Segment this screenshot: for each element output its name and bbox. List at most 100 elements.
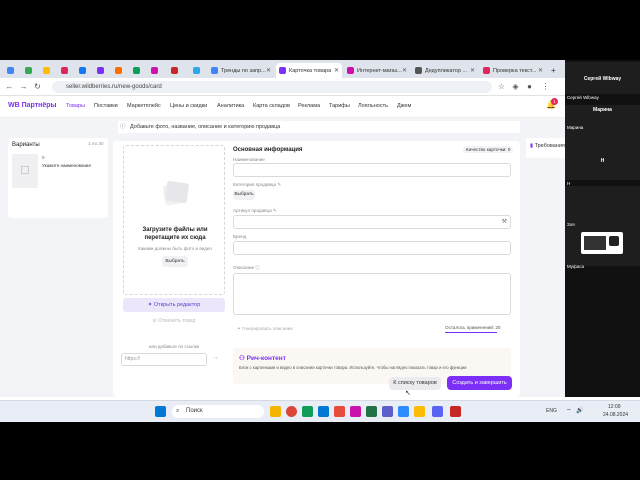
upload-title: Загрузите файлы или перетащите их сюда xyxy=(142,227,208,241)
tab-shop[interactable]: Интернет-магаз... ✕ xyxy=(344,63,410,78)
bookmark-star-icon[interactable]: ☆ xyxy=(496,81,507,93)
wb-logo[interactable]: WB Партнёры xyxy=(8,102,57,109)
excel-icon[interactable] xyxy=(366,406,377,417)
remove-product-button[interactable]: ⊘ Отменить товар xyxy=(123,315,225,327)
tab-pinned-8[interactable] xyxy=(130,63,142,78)
brand-label: Бренд xyxy=(233,234,247,239)
mail-icon[interactable] xyxy=(318,406,329,417)
yandex-icon[interactable] xyxy=(414,406,425,417)
profile-icon[interactable]: ● xyxy=(524,81,535,93)
network-icon[interactable]: ⌔ xyxy=(566,407,572,415)
menu-supplies[interactable]: Поставки xyxy=(94,103,118,109)
variant-thumbnail[interactable] xyxy=(12,154,38,188)
extension-icon[interactable]: ◈ xyxy=(510,81,521,93)
info-icon: ⓘ xyxy=(120,124,126,130)
tab-text-check[interactable]: Проверка текст... ✕ xyxy=(480,63,546,78)
menu-warehouse-map[interactable]: Карта складов xyxy=(253,103,290,109)
chrome-icon[interactable] xyxy=(286,406,297,417)
forward-arrow-icon[interactable]: → xyxy=(18,81,29,93)
language-indicator[interactable]: ENG xyxy=(546,408,557,414)
tab-close-icon[interactable]: ✕ xyxy=(266,67,271,74)
zoom-icon[interactable] xyxy=(398,406,409,417)
back-to-list-button[interactable]: К списку товаров xyxy=(389,377,441,390)
info-notice: ⓘ Добавьте фото, название, описание и ка… xyxy=(118,121,520,133)
browser-menu-icon[interactable]: ⋮ xyxy=(540,81,551,93)
video-call-sidebar: Сергей Wibway Сергей Wibway Марина Марин… xyxy=(565,60,640,397)
new-tab-button[interactable]: + xyxy=(548,63,560,78)
tab-pinned-3[interactable] xyxy=(40,63,52,78)
discord-icon[interactable] xyxy=(432,406,443,417)
tab-close-icon[interactable]: ✕ xyxy=(402,67,407,74)
remaining-progress xyxy=(445,332,497,333)
menu-analytics[interactable]: Аналитика xyxy=(217,103,244,109)
tab-pinned-5[interactable] xyxy=(76,63,88,78)
tab-pinned-9[interactable] xyxy=(148,63,160,78)
menu-jam[interactable]: Джем xyxy=(397,103,411,109)
upload-dropzone[interactable]: Загрузите файлы или перетащите их сюда К… xyxy=(123,145,225,295)
back-arrow-icon[interactable]: ← xyxy=(4,81,15,93)
name-input[interactable] xyxy=(233,163,511,177)
article-input[interactable]: ⚒ xyxy=(233,215,511,229)
edge-icon[interactable] xyxy=(302,406,313,417)
tab-close-icon[interactable]: ✕ xyxy=(470,67,475,74)
wb-header: WB Партнёры Товары Поставки Маркетплейс … xyxy=(0,96,565,118)
windows-start-icon[interactable] xyxy=(155,406,166,417)
reload-icon[interactable]: ↻ xyxy=(32,81,43,93)
taskbar-search[interactable]: ⌕ Поиск xyxy=(172,405,264,418)
tab-close-icon[interactable]: ✕ xyxy=(334,67,339,74)
generate-description-button[interactable]: ✦ Генерировать описание xyxy=(237,326,293,332)
create-and-finish-button[interactable]: Создать и завершить xyxy=(447,376,512,390)
clock-date[interactable]: 24.08.2024 xyxy=(603,412,628,418)
tab-close-icon[interactable]: ✕ xyxy=(538,67,543,74)
brand-input[interactable] xyxy=(233,241,511,255)
app-icon-wb[interactable] xyxy=(450,406,461,417)
wildberries-icon[interactable] xyxy=(350,406,361,417)
magic-wand-icon[interactable]: ⚒ xyxy=(502,218,507,225)
tab-pinned-1[interactable] xyxy=(4,63,16,78)
image-placeholder-icon xyxy=(21,166,29,174)
tab-pinned-7[interactable] xyxy=(112,63,124,78)
menu-loyalty[interactable]: Лояльность xyxy=(358,103,388,109)
teams-icon[interactable] xyxy=(382,406,393,417)
url-field[interactable]: seller.wildberries.ru/new-goods/card xyxy=(52,81,492,93)
requirements-panel[interactable]: ▮ Требования xyxy=(526,138,565,158)
info-icon: ⓘ xyxy=(255,265,261,270)
tab-product-card[interactable]: Карточка товара ✕ xyxy=(276,63,342,78)
notification-badge: 1 xyxy=(551,98,558,105)
quality-badge: Качество карточки: 0 xyxy=(463,146,514,153)
tab-pinned-10[interactable] xyxy=(168,63,180,78)
menu-tariffs[interactable]: Тарифы xyxy=(329,103,350,109)
product-card-form: Загрузите файлы или перетащите их сюда К… xyxy=(113,141,520,397)
variants-count: 1 из 30 xyxy=(88,142,104,147)
file-explorer-icon[interactable] xyxy=(270,406,281,417)
open-editor-button[interactable]: ✦ Открыть редактор xyxy=(123,298,225,312)
submit-link-arrow-icon[interactable]: → xyxy=(212,354,219,361)
variants-title: Варианты xyxy=(12,142,40,148)
app-icon-red[interactable] xyxy=(334,406,345,417)
tab-pinned-2[interactable] xyxy=(22,63,34,78)
tab-pinned-11[interactable] xyxy=(190,63,202,78)
participant-tile[interactable]: Зоя Муфаса xyxy=(565,186,640,269)
link-input[interactable]: https:// xyxy=(121,353,207,366)
clock-time[interactable]: 12:09 xyxy=(608,404,621,410)
menu-ads[interactable]: Реклама xyxy=(298,103,320,109)
browser-tab-bar: Тренды по запр... ✕ Карточка товара ✕ Инте… xyxy=(0,60,565,78)
shared-screen-thumbnail xyxy=(581,232,623,254)
menu-prices[interactable]: Цены и скидки xyxy=(170,103,207,109)
choose-category-button[interactable]: Выбрать xyxy=(233,190,255,200)
tab-dedup[interactable]: Дедупликатор ... ✕ xyxy=(412,63,478,78)
choose-files-button[interactable]: Выбрать xyxy=(162,256,188,267)
menu-goods[interactable]: Товары xyxy=(66,103,85,109)
description-textarea[interactable] xyxy=(233,273,511,315)
tab-favicon-icon xyxy=(347,67,354,74)
participant-tile[interactable]: Сергей Wibway Сергей Wibway xyxy=(565,62,640,100)
tab-pinned-4[interactable] xyxy=(58,63,70,78)
participant-tile[interactable]: Н Н xyxy=(565,140,640,186)
tab-trends[interactable]: Тренды по запр... ✕ xyxy=(208,63,274,78)
volume-icon[interactable]: 🔊 xyxy=(576,407,583,414)
article-label: Артикул продавца ✎ xyxy=(233,208,277,213)
upload-hint-link[interactable]: Какими должны быть фото и видео xyxy=(130,246,220,251)
menu-marketplace[interactable]: Маркетплейс xyxy=(127,103,161,109)
tab-favicon-icon xyxy=(211,67,218,74)
tab-pinned-6[interactable] xyxy=(94,63,106,78)
